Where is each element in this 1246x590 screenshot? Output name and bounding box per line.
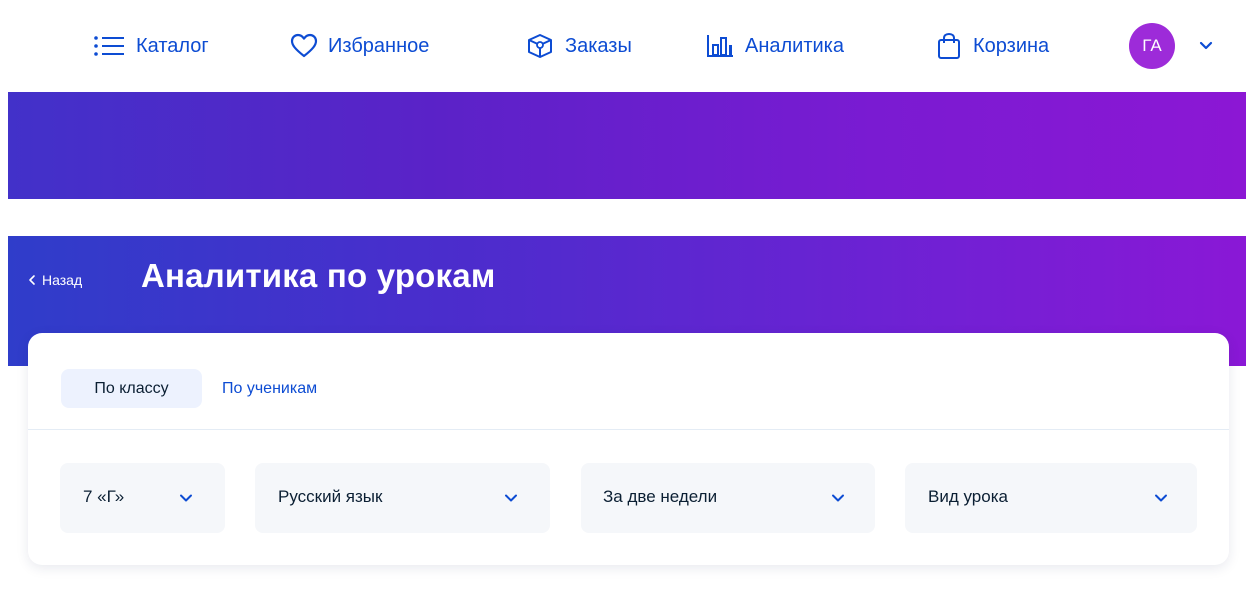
bar-chart-icon xyxy=(707,35,733,57)
period-select[interactable]: За две недели xyxy=(581,463,875,533)
period-select-value: За две недели xyxy=(603,487,718,506)
nav-item-cart[interactable]: Корзина xyxy=(935,28,1049,64)
chevron-down-icon xyxy=(180,494,192,502)
nav-item-catalog[interactable]: Каталог xyxy=(92,28,209,64)
chevron-left-icon xyxy=(29,275,35,285)
page-title: Аналитика по урокам xyxy=(141,257,496,294)
chevron-down-icon xyxy=(1155,494,1167,502)
nav-item-orders[interactable]: Заказы xyxy=(525,28,632,64)
chevron-down-icon xyxy=(832,494,844,502)
nav-item-label: Аналитика xyxy=(745,34,844,57)
subject-select-value: Русский язык xyxy=(278,487,383,506)
tab-by-students[interactable]: По ученикам xyxy=(222,369,317,408)
lesson-type-select[interactable]: Вид урока xyxy=(905,463,1197,533)
nav-item-label: Корзина xyxy=(973,34,1050,57)
chevron-down-icon[interactable] xyxy=(1197,37,1215,55)
class-select[interactable]: 7 «Г» xyxy=(60,463,225,533)
chevron-down-icon xyxy=(505,494,517,502)
top-navigation: Каталог Избранное Заказы Аналитика Корзи… xyxy=(0,0,1246,92)
nav-item-analytics[interactable]: Аналитика xyxy=(705,28,844,64)
avatar[interactable]: ГА xyxy=(1129,23,1175,69)
nav-item-label: Каталог xyxy=(136,34,209,57)
filters-card: По классу По ученикам 7 «Г» Русский язык… xyxy=(28,333,1229,565)
promo-banner xyxy=(8,92,1246,199)
class-select-value: 7 «Г» xyxy=(83,487,125,506)
nav-item-label: Заказы xyxy=(565,34,632,57)
nav-item-label: Избранное xyxy=(328,34,430,57)
lesson-type-select-value: Вид урока xyxy=(928,487,1008,506)
tabs-bar: По классу По ученикам xyxy=(28,333,1229,430)
bag-icon xyxy=(938,32,960,59)
heart-icon xyxy=(290,33,318,58)
tab-by-class[interactable]: По классу xyxy=(61,369,202,408)
back-link[interactable]: Назад xyxy=(28,272,82,288)
back-link-label: Назад xyxy=(42,272,83,288)
nav-item-favorites[interactable]: Избранное xyxy=(290,28,429,64)
orders-icon xyxy=(528,34,552,58)
subject-select[interactable]: Русский язык xyxy=(255,463,550,533)
list-icon xyxy=(94,36,124,56)
